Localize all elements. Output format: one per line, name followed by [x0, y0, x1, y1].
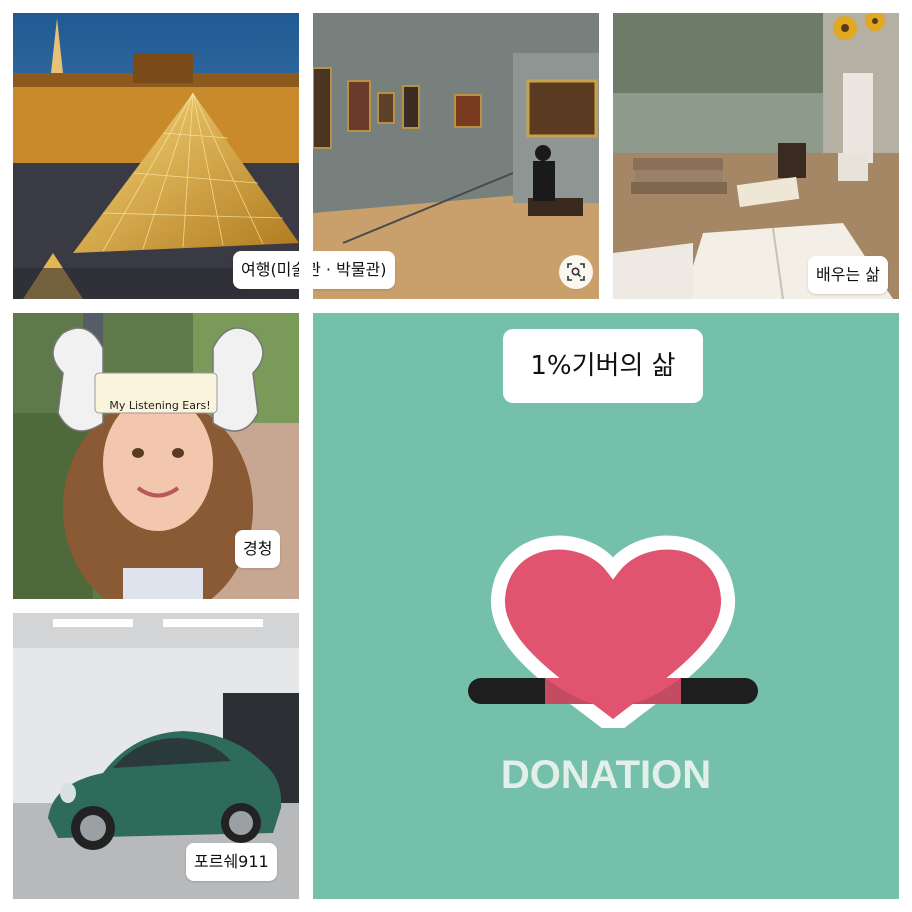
photo-tile-car[interactable]: 포르쉐911: [13, 613, 299, 899]
visual-search-icon: [567, 263, 585, 281]
donation-headline: 1%기버의 삶: [503, 329, 703, 403]
heart-donation-icon: [468, 535, 758, 728]
tile-caption: 배우는 삶: [808, 256, 888, 294]
tile-caption: 여행(미술관 · 박물관): [313, 251, 395, 289]
tile-caption: 포르쉐911: [186, 843, 277, 881]
photo-tile-learning[interactable]: 배우는 삶: [613, 13, 899, 299]
tile-caption: 경청: [235, 530, 281, 568]
donation-label: DONATION: [500, 753, 712, 797]
photo-tile-listening[interactable]: My Listening Ears! 경청: [13, 313, 299, 599]
headband-text: My Listening Ears!: [109, 399, 211, 412]
tile-caption: 여행(미술관 · 박물관): [233, 251, 299, 289]
donation-tile[interactable]: 1%기버의 삶 DONATION: [313, 313, 899, 899]
photo-tile-louvre[interactable]: 여행(미술관 · 박물관): [13, 13, 299, 299]
visual-search-button[interactable]: [559, 255, 593, 289]
photo-tile-gallery[interactable]: 여행(미술관 · 박물관): [313, 13, 599, 299]
